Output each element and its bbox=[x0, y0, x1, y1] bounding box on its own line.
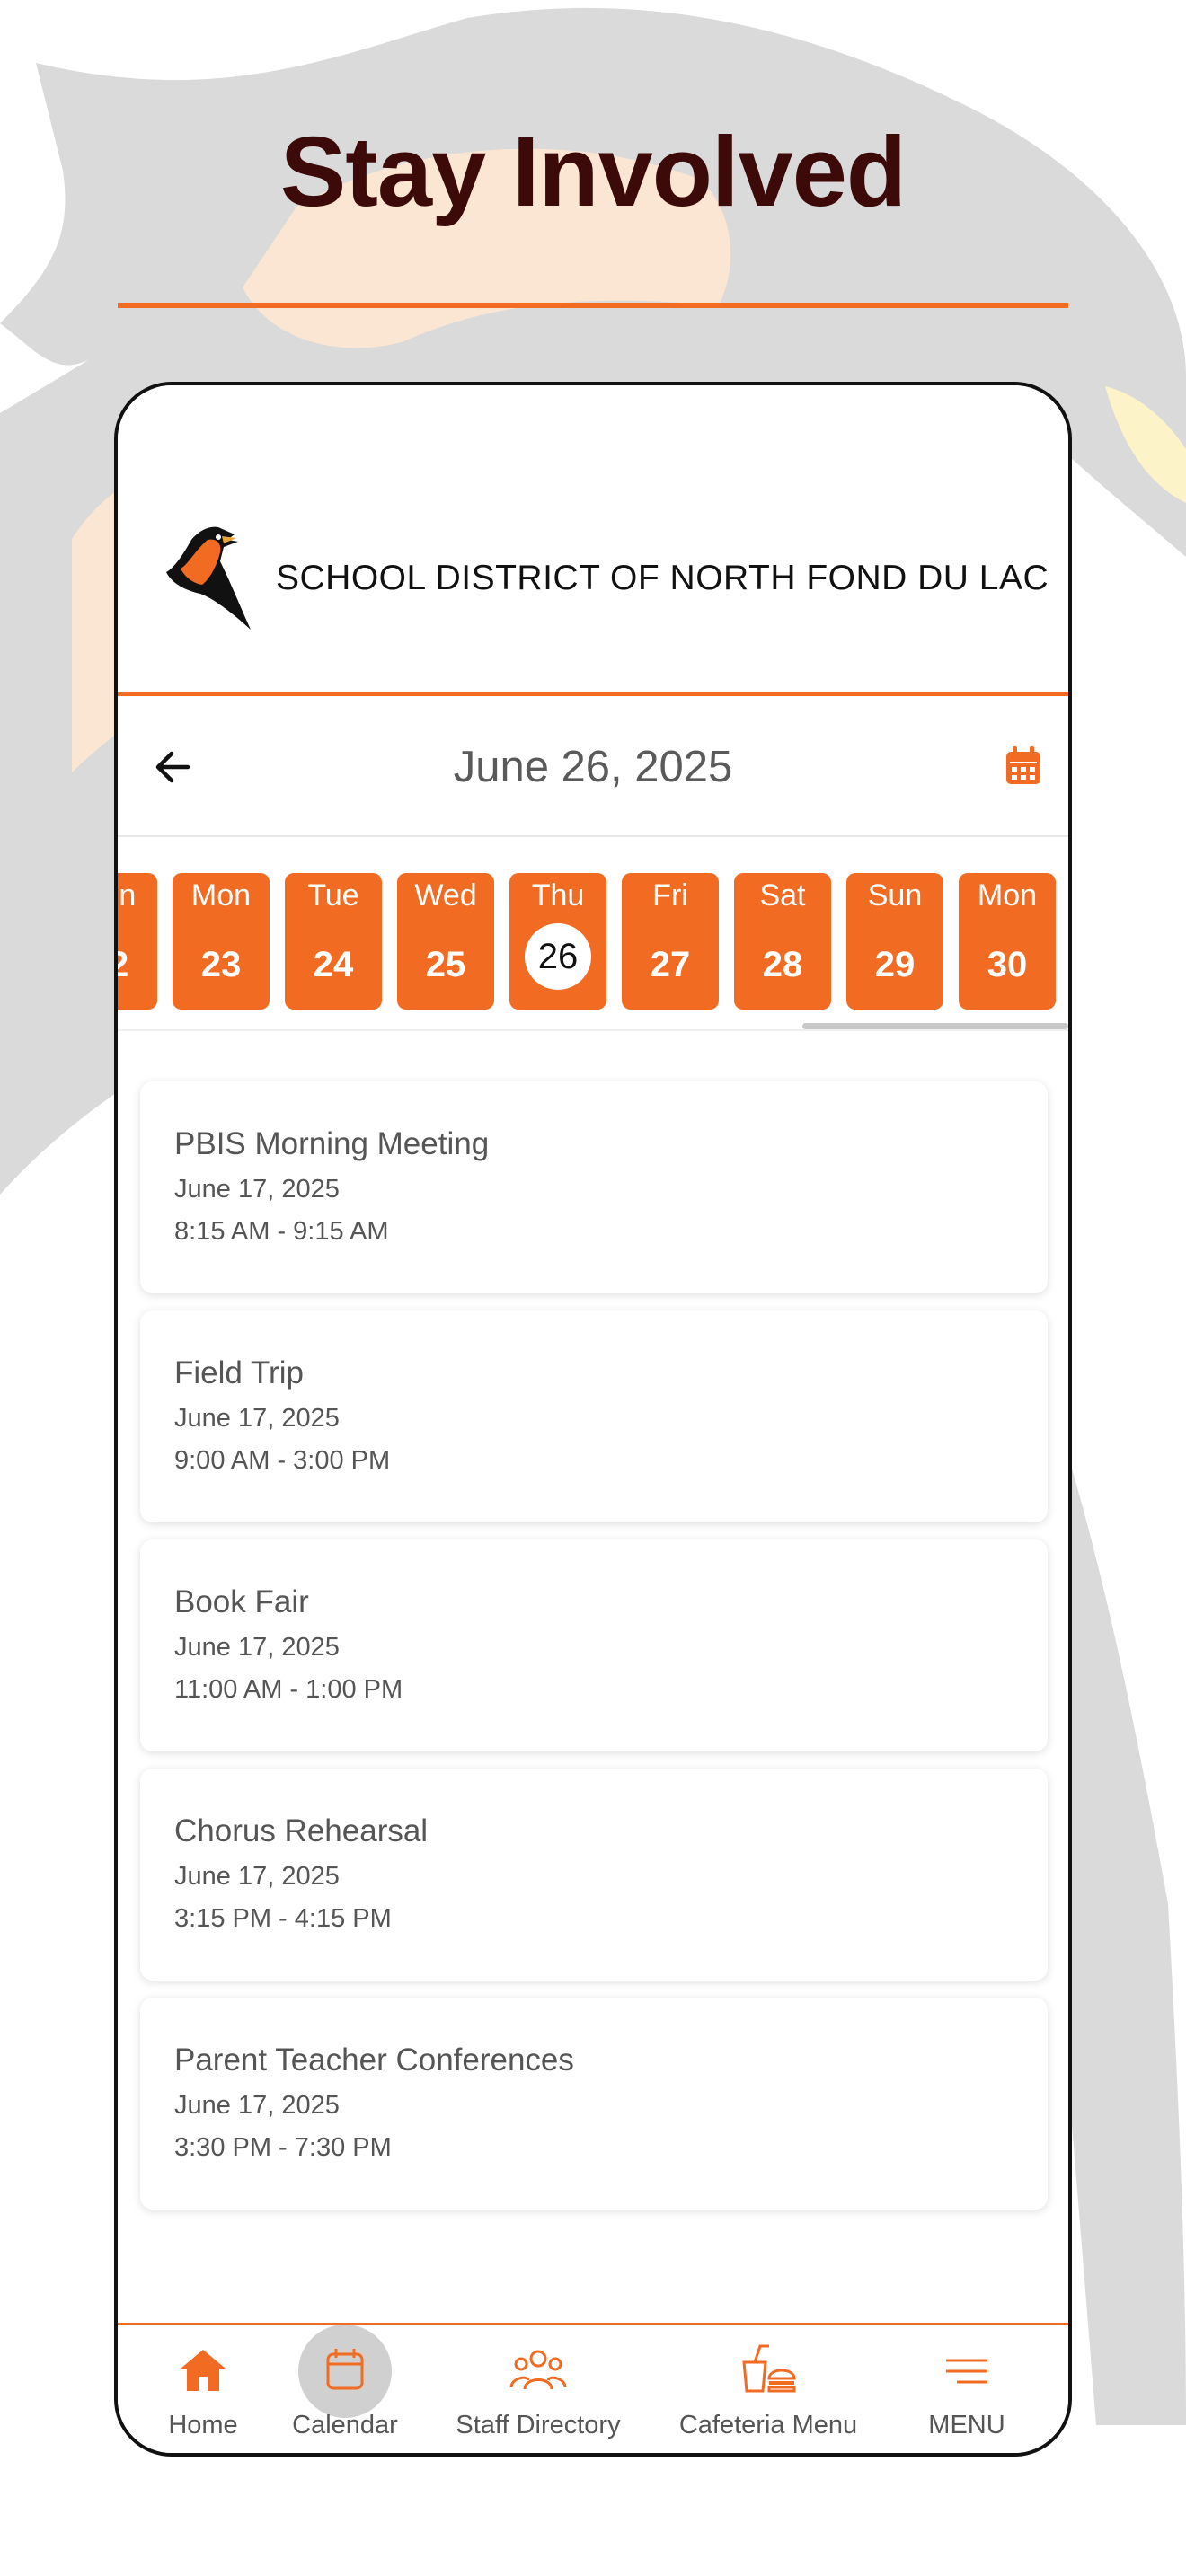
day-name: Sat bbox=[759, 878, 806, 913]
headline-divider bbox=[118, 303, 1068, 308]
district-name: SCHOOL DISTRICT OF NORTH FOND DU LAC bbox=[276, 559, 1049, 597]
day-name: Mon bbox=[977, 878, 1038, 913]
bottom-nav: Home Calendar Staff Directory Cafeteria Men… bbox=[118, 2323, 1068, 2453]
event-card[interactable]: Field Trip June 17, 2025 9:00 AM - 3:00 PM bbox=[140, 1310, 1048, 1522]
nav-cafeteria-menu[interactable]: Cafeteria Menu bbox=[656, 2325, 881, 2453]
day-number: 30 bbox=[987, 945, 1028, 984]
day-chip[interactable]: Fri 27 bbox=[622, 873, 719, 1010]
nav-calendar[interactable]: Calendar bbox=[269, 2325, 421, 2453]
day-chip[interactable]: Sun 29 bbox=[846, 873, 943, 1010]
day-name: Tue bbox=[307, 878, 359, 913]
day-chip[interactable]: Sun 22 bbox=[118, 873, 157, 1010]
event-time: 11:00 AM - 1:00 PM bbox=[174, 1675, 403, 1704]
day-name: Sun bbox=[867, 878, 923, 913]
day-name: Sun bbox=[118, 878, 137, 913]
day-number: 24 bbox=[313, 945, 354, 984]
current-date: June 26, 2025 bbox=[453, 743, 733, 791]
event-card[interactable]: Book Fair June 17, 2025 11:00 AM - 1:00 PM bbox=[140, 1539, 1048, 1751]
event-title: Book Fair bbox=[174, 1584, 309, 1619]
day-name: Fri bbox=[652, 878, 688, 913]
nav-menu[interactable]: MENU bbox=[899, 2325, 1034, 2453]
day-number: 25 bbox=[425, 945, 466, 984]
nav-home[interactable]: Home bbox=[136, 2325, 270, 2453]
food-icon bbox=[742, 2344, 796, 2393]
calendar-picker-button[interactable] bbox=[998, 740, 1049, 790]
day-chip[interactable]: Mon 23 bbox=[173, 873, 270, 1010]
day-chip[interactable]: Mon 30 bbox=[959, 873, 1056, 1010]
event-date: June 17, 2025 bbox=[174, 1862, 340, 1891]
event-date: June 17, 2025 bbox=[174, 1404, 340, 1433]
nav-label: Staff Directory bbox=[456, 2411, 621, 2439]
day-chip[interactable]: Tue 24 bbox=[285, 873, 382, 1010]
nav-label: MENU bbox=[928, 2411, 1005, 2439]
day-chip-selected[interactable]: Thu 26 bbox=[509, 873, 606, 1010]
nav-label: Calendar bbox=[292, 2411, 398, 2439]
event-time: 3:15 PM - 4:15 PM bbox=[174, 1904, 392, 1933]
day-number: 28 bbox=[762, 945, 803, 984]
day-number: 22 bbox=[118, 945, 157, 985]
event-title: Chorus Rehearsal bbox=[174, 1813, 429, 1848]
day-number: 29 bbox=[874, 945, 916, 984]
event-time: 3:30 PM - 7:30 PM bbox=[174, 2133, 392, 2162]
calendar-icon bbox=[1006, 746, 1040, 784]
day-number: 27 bbox=[650, 945, 691, 984]
event-title: PBIS Morning Meeting bbox=[174, 1126, 490, 1161]
event-card[interactable]: PBIS Morning Meeting June 17, 2025 8:15 AM… bbox=[140, 1081, 1048, 1293]
hamburger-icon bbox=[946, 2359, 987, 2384]
event-date: June 17, 2025 bbox=[174, 1175, 340, 1204]
day-chip[interactable]: Wed 25 bbox=[397, 873, 494, 1010]
event-time: 8:15 AM - 9:15 AM bbox=[174, 1217, 389, 1246]
event-card[interactable]: Chorus Rehearsal June 17, 2025 3:15 PM - 4… bbox=[140, 1769, 1048, 1981]
date-navigator: June 26, 2025 bbox=[118, 701, 1068, 837]
nav-label: Cafeteria Menu bbox=[678, 2411, 858, 2439]
page-headline: Stay Involved bbox=[279, 117, 907, 227]
day-number: 26 bbox=[525, 923, 591, 990]
event-date: June 17, 2025 bbox=[174, 1633, 340, 1662]
calendar-icon bbox=[326, 2349, 364, 2390]
event-card[interactable]: Parent Teacher Conferences June 17, 2025 3… bbox=[140, 1998, 1048, 2210]
nav-label: Home bbox=[168, 2411, 238, 2439]
event-title: Parent Teacher Conferences bbox=[174, 2042, 574, 2078]
day-number: 23 bbox=[200, 945, 242, 984]
cardinal-logo bbox=[166, 526, 251, 630]
day-strip[interactable]: Sun 22 Mon 23 Tue 24 Wed 25 Thu 26 Fri 27 Sat 28 Sun 29… bbox=[118, 837, 1068, 1031]
event-time: 9:00 AM - 3:00 PM bbox=[174, 1446, 391, 1475]
day-name: Thu bbox=[531, 878, 585, 913]
nav-staff-directory[interactable]: Staff Directory bbox=[435, 2325, 642, 2453]
event-title: Field Trip bbox=[174, 1355, 304, 1390]
app-header: SCHOOL DISTRICT OF NORTH FOND DU LAC bbox=[118, 385, 1068, 696]
event-date: June 17, 2025 bbox=[174, 2091, 340, 2120]
day-chip[interactable]: Sat 28 bbox=[734, 873, 831, 1010]
people-icon bbox=[509, 2350, 567, 2390]
phone-frame: SCHOOL DISTRICT OF NORTH FOND DU LAC Jun… bbox=[114, 382, 1072, 2457]
day-name: Wed bbox=[414, 878, 477, 913]
home-icon bbox=[181, 2350, 226, 2391]
day-strip-scrollbar[interactable] bbox=[802, 1023, 1068, 1029]
day-name: Mon bbox=[190, 878, 252, 913]
